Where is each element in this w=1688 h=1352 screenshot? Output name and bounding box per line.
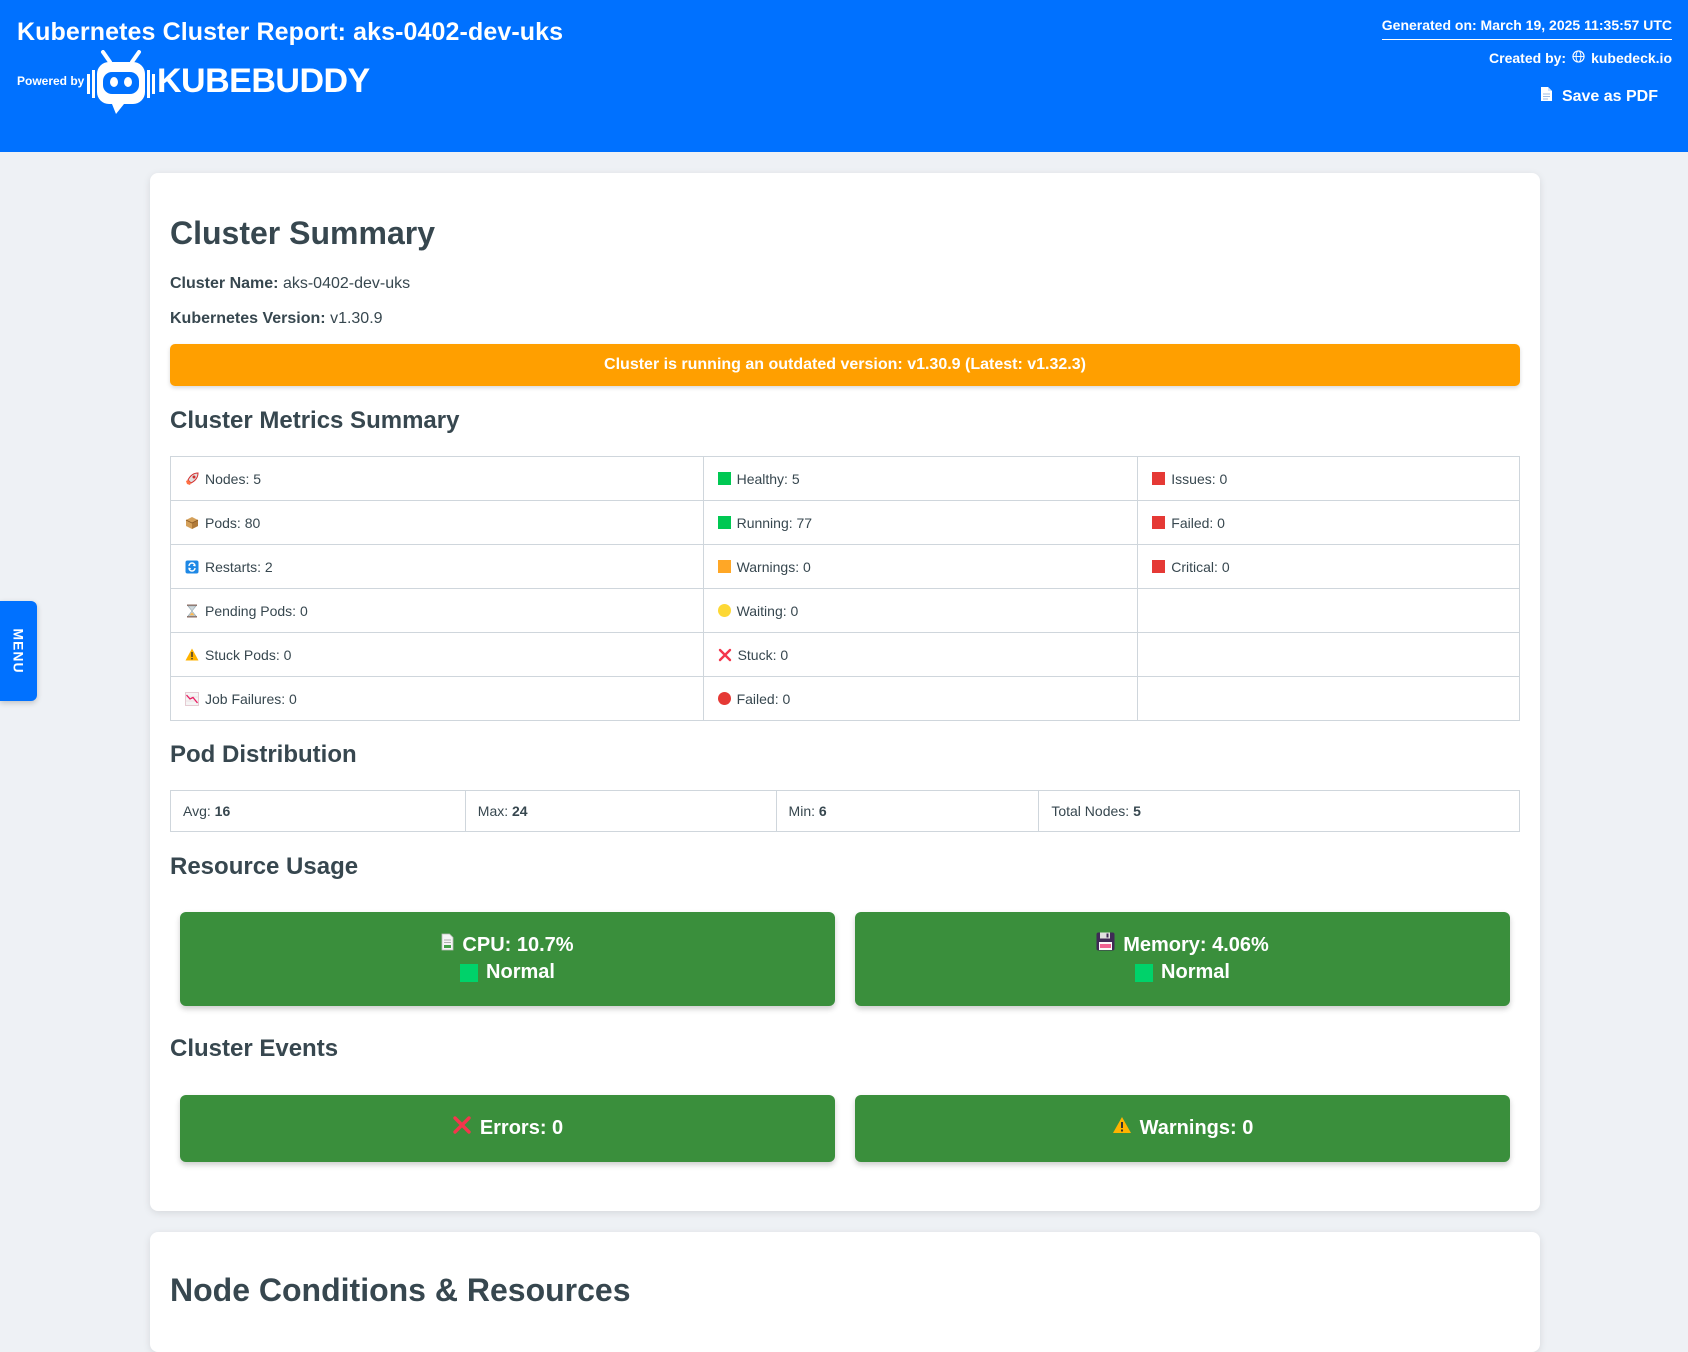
waiting-count: Waiting: 0: [736, 602, 799, 619]
menu-label: MENU: [10, 628, 27, 674]
yellow-circle-icon: [717, 604, 731, 617]
warning-icon: [1112, 1115, 1132, 1142]
page-icon: [441, 932, 454, 959]
refresh-icon: [185, 560, 199, 574]
total-nodes: Total Nodes: 5: [1038, 790, 1520, 832]
green-square-icon: [717, 472, 731, 485]
pending-pods-count: Pending Pods: 0: [205, 602, 308, 619]
warnings-count: Warnings: 0: [736, 558, 811, 575]
table-row: Pods: 80 Running: 77 Failed: 0: [170, 500, 1520, 545]
warnings-box: Warnings: 0: [855, 1095, 1510, 1162]
memory-status: Normal: [1161, 961, 1230, 983]
cluster-name-label: Cluster Name:: [170, 275, 279, 292]
pod-max: Max: 24: [464, 790, 777, 832]
kubebuddy-logo-icon: [86, 50, 156, 116]
pod-min: Min: 6: [775, 790, 1040, 832]
cluster-summary-card: Cluster Summary Cluster Name: aks-0402-d…: [150, 173, 1540, 1211]
red-square-icon: [1152, 516, 1166, 529]
document-icon: [1540, 86, 1553, 107]
pod-distribution-table: Avg: 16 Max: 24 Min: 6 Total Nodes: 5: [170, 790, 1520, 832]
red-circle-icon: [717, 692, 731, 705]
memory-usage-label: Memory: 4.06%: [1123, 934, 1269, 956]
kubebuddy-wordmark: KUBEBUDDY: [157, 62, 370, 100]
errors-box: Errors: 0: [180, 1095, 835, 1162]
cluster-summary-title: Cluster Summary: [170, 215, 435, 251]
table-row: Stuck Pods: 0 Stuck: 0: [170, 632, 1520, 677]
package-icon: [185, 516, 199, 530]
green-square-icon: [1135, 963, 1154, 982]
nodes-count: Nodes: 5: [205, 470, 262, 487]
cluster-name-row: Cluster Name: aks-0402-dev-uks: [170, 275, 410, 293]
rocket-icon: [185, 471, 199, 486]
hourglass-icon: [185, 604, 199, 618]
job-failed-count: Failed: 0: [736, 690, 791, 707]
outdated-version-alert: Cluster is running an outdated version: …: [170, 344, 1520, 386]
cpu-usage-box: CPU: 10.7% Normal: [180, 912, 835, 1006]
cluster-name-value: aks-0402-dev-uks: [282, 275, 411, 292]
table-row: Pending Pods: 0 Waiting: 0: [170, 588, 1520, 633]
generated-on: Generated on: March 19, 2025 11:35:57 UT…: [1381, 17, 1672, 40]
side-menu-button[interactable]: MENU: [0, 601, 37, 701]
cluster-events-title: Cluster Events: [170, 1035, 339, 1062]
orange-square-icon: [717, 560, 731, 573]
save-pdf-label: Save as PDF: [1561, 87, 1658, 105]
pod-avg: Avg: 16: [170, 790, 466, 832]
green-square-icon: [460, 963, 479, 982]
stuck-count: Stuck: 0: [737, 646, 789, 663]
created-by-label: Created by:: [1489, 50, 1567, 66]
k8s-version-value: v1.30.9: [330, 310, 383, 327]
globe-icon: [1572, 50, 1585, 66]
job-failures-count: Job Failures: 0: [205, 690, 297, 707]
floppy-disk-icon: [1096, 932, 1115, 959]
created-by: Created by: kubedeck.io: [1489, 50, 1672, 66]
cpu-usage-label: CPU: 10.7%: [462, 934, 574, 956]
node-conditions-card: Node Conditions & Resources: [150, 1232, 1540, 1352]
created-by-link[interactable]: kubedeck.io: [1591, 50, 1672, 66]
pods-count: Pods: 80: [205, 514, 261, 531]
report-header: Kubernetes Cluster Report: aks-0402-dev-…: [0, 0, 1688, 152]
resource-usage-title: Resource Usage: [170, 853, 359, 880]
warning-icon: [185, 648, 199, 662]
stuck-pods-count: Stuck Pods: 0: [205, 646, 292, 663]
cross-icon: [718, 648, 732, 662]
green-square-icon: [717, 516, 731, 529]
cluster-metrics-title: Cluster Metrics Summary: [170, 407, 460, 434]
save-pdf-button[interactable]: Save as PDF: [1540, 86, 1658, 107]
cpu-status: Normal: [486, 961, 555, 983]
table-row: Restarts: 2 Warnings: 0 Critical: 0: [170, 544, 1520, 589]
pod-distribution-title: Pod Distribution: [170, 741, 357, 768]
restarts-count: Restarts: 2: [205, 558, 273, 575]
failed-pods-count: Failed: 0: [1171, 514, 1225, 531]
healthy-count: Healthy: 5: [736, 470, 800, 487]
issues-count: Issues: 0: [1171, 470, 1228, 487]
report-title: Kubernetes Cluster Report: aks-0402-dev-…: [17, 18, 564, 46]
warnings-events-count: Warnings: 0: [1139, 1117, 1254, 1139]
red-square-icon: [1152, 560, 1166, 573]
errors-count: Errors: 0: [479, 1117, 564, 1139]
k8s-version-label: Kubernetes Version:: [170, 310, 326, 327]
powered-by-label: Powered by: [17, 74, 85, 88]
table-row: Avg: 16 Max: 24 Min: 6 Total Nodes: 5: [170, 790, 1520, 832]
critical-count: Critical: 0: [1171, 558, 1230, 575]
chart-down-icon: [185, 691, 199, 706]
red-square-icon: [1152, 472, 1166, 485]
node-conditions-title: Node Conditions & Resources: [170, 1272, 631, 1308]
cluster-metrics-table: Nodes: 5 Healthy: 5 Issues: 0 Pods: 80 R…: [170, 456, 1520, 721]
memory-usage-box: Memory: 4.06% Normal: [855, 912, 1510, 1006]
cross-icon: [452, 1115, 472, 1143]
table-row: Nodes: 5 Healthy: 5 Issues: 0: [170, 456, 1520, 501]
running-count: Running: 77: [736, 514, 813, 531]
k8s-version-row: Kubernetes Version: v1.30.9: [170, 310, 383, 328]
table-row: Job Failures: 0 Failed: 0: [170, 676, 1520, 721]
